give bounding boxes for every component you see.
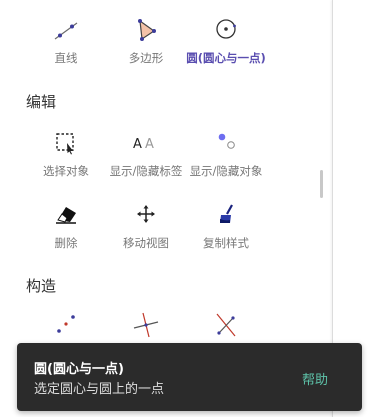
- eraser-icon: [56, 207, 76, 224]
- svg-text:A: A: [133, 137, 142, 152]
- tool-copy-style[interactable]: 复制样式: [185, 202, 267, 262]
- scrollbar-thumb[interactable]: [320, 170, 323, 198]
- polygon-icon: [138, 19, 156, 41]
- move-view-icon: [137, 205, 155, 223]
- tool-show-hide-label[interactable]: A A 显示/隐藏标签: [105, 130, 187, 190]
- show-hide-label-icon: A A: [133, 137, 154, 152]
- copy-style-brush-icon: [220, 204, 233, 223]
- tool-show-hide-object-label: 显示/隐藏对象: [189, 164, 263, 178]
- tool-help-toast: 圆(圆心与一点) 选定圆心与圆上的一点 帮助: [17, 343, 362, 411]
- show-hide-object-icon: [218, 133, 235, 149]
- select-objects-icon: [56, 133, 74, 155]
- tool-copy-style-label: 复制样式: [203, 236, 249, 250]
- perpendicular-line-icon: [133, 312, 159, 338]
- midpoint-icon: [57, 315, 75, 333]
- svg-text:A: A: [145, 137, 154, 152]
- tool-circle-center-point[interactable]: 圆(圆心与一点): [185, 17, 267, 77]
- tool-polygon[interactable]: 多边形: [105, 17, 187, 77]
- tool-delete[interactable]: 删除: [25, 202, 107, 262]
- toast-title: 圆(圆心与一点): [34, 362, 124, 377]
- toast-description: 选定圆心与圆上的一点: [34, 382, 165, 397]
- tool-select-objects[interactable]: 选择对象: [25, 130, 107, 190]
- section-title-edit: 编辑: [26, 93, 57, 111]
- toast-help-button[interactable]: 帮助: [302, 369, 328, 388]
- tool-line[interactable]: 直线: [25, 17, 107, 77]
- circle-center-point-icon: [216, 19, 236, 39]
- perpendicular-bisector-icon: [216, 313, 236, 337]
- section-title-construct: 构造: [26, 277, 57, 295]
- tool-move-view[interactable]: 移动视图: [105, 202, 187, 262]
- tool-show-hide-object[interactable]: 显示/隐藏对象: [185, 130, 267, 190]
- line-icon: [54, 22, 78, 40]
- tool-circle-center-point-label: 圆(圆心与一点): [186, 51, 266, 65]
